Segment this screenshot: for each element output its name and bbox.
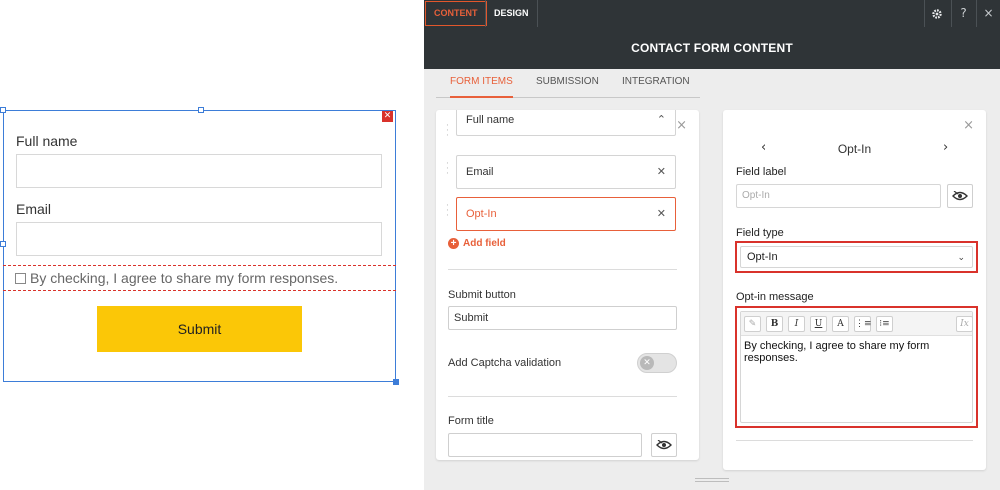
resize-handle-top-left[interactable] (0, 107, 6, 113)
chevron-right-icon[interactable]: › (943, 140, 948, 155)
divider (448, 396, 677, 397)
drag-handle-icon[interactable]: · · · (446, 202, 450, 221)
preview-email-label: Email (16, 201, 52, 217)
add-field-button[interactable]: + Add field (448, 238, 506, 249)
form-title-input[interactable] (448, 433, 642, 457)
bold-button[interactable]: B (766, 316, 783, 332)
gear-icon[interactable] (924, 0, 948, 27)
numbered-list-icon[interactable]: ⁝≡ (876, 316, 893, 332)
field-type-value: Opt-In (747, 251, 778, 263)
field-type-select[interactable]: Opt-In ⌄ (740, 246, 973, 268)
chevron-down-icon: ⌄ (957, 252, 965, 262)
preview-full-name-label: Full name (16, 133, 78, 149)
optin-message-label: Opt-in message (736, 291, 814, 303)
link-icon[interactable]: ✎ (744, 316, 761, 332)
subtab-bar: FORM ITEMS SUBMISSION INTEGRATION (436, 76, 700, 98)
form-items-card: × · · · Full name ⌃ · · · Email ✕ · · · Opt-In… (436, 110, 699, 460)
preview-email-input[interactable] (16, 222, 382, 256)
panel-title: CONTACT FORM CONTENT (424, 27, 1000, 69)
form-preview[interactable]: ✕ Full name Email By checking, I agree t… (0, 107, 399, 385)
italic-button[interactable]: I (788, 316, 805, 332)
underline-button[interactable]: U (810, 316, 827, 332)
bullet-list-icon[interactable]: ⋮≡ (854, 316, 872, 332)
field-item-label: Full name (466, 114, 515, 126)
eye-hidden-icon (952, 191, 968, 201)
clear-format-icon[interactable]: Ix (956, 316, 973, 332)
preview-submit-button[interactable]: Submit (97, 306, 302, 352)
card-close-icon[interactable]: × (963, 118, 974, 133)
delete-element-icon[interactable]: ✕ (382, 111, 393, 122)
resize-handle-top[interactable] (198, 107, 204, 113)
resize-handle-bottom-right[interactable] (393, 379, 399, 385)
eye-hidden-icon (656, 440, 672, 450)
field-item-opt-in[interactable]: Opt-In ✕ (456, 197, 676, 231)
visibility-toggle-button[interactable] (947, 184, 973, 208)
divider (448, 269, 677, 270)
captcha-label: Add Captcha validation (448, 357, 562, 369)
help-icon[interactable]: ? (951, 0, 975, 27)
add-field-label: Add field (463, 238, 506, 249)
rich-text-toolbar: ✎ B I U A ⋮≡ ⁝≡ Ix (741, 312, 973, 336)
drag-handle-icon[interactable]: · · · (446, 160, 450, 179)
subtab-form-items[interactable]: FORM ITEMS (450, 76, 513, 98)
optin-message-highlight: ✎ B I U A ⋮≡ ⁝≡ Ix By checking, I agree … (735, 306, 978, 428)
field-label-label: Field label (736, 166, 787, 178)
editor-panel: CONTENT DESIGN ? × CONTACT FORM CONTENT … (424, 0, 1000, 490)
chevron-up-icon[interactable]: ⌃ (657, 110, 666, 133)
submit-button-input[interactable]: Submit (448, 306, 677, 330)
preview-full-name-input[interactable] (16, 154, 382, 188)
drag-handle-icon[interactable]: · · · (446, 122, 450, 141)
toggle-off-icon: ✕ (640, 356, 654, 370)
optin-message-editor[interactable]: ✎ B I U A ⋮≡ ⁝≡ Ix By checking, I agree … (740, 311, 973, 423)
resize-handle-left[interactable] (0, 241, 6, 247)
preview-optin-text: By checking, I agree to share my form re… (30, 270, 339, 286)
panel-resize-grip[interactable] (695, 478, 729, 482)
captcha-toggle[interactable]: ✕ (637, 353, 677, 373)
close-icon[interactable]: × (976, 0, 1000, 27)
editor-top-bar: CONTENT DESIGN ? × (424, 0, 1000, 27)
tab-design[interactable]: DESIGN (485, 0, 538, 27)
field-type-label: Field type (736, 227, 784, 239)
subtab-submission[interactable]: SUBMISSION (536, 76, 599, 87)
field-type-highlight: Opt-In ⌄ (735, 241, 978, 273)
divider (736, 440, 973, 441)
optin-message-text[interactable]: By checking, I agree to share my form re… (741, 336, 972, 368)
preview-optin-row[interactable]: By checking, I agree to share my form re… (3, 265, 396, 291)
field-settings-card: × ‹ Opt-In › Field label Opt-In Field ty… (723, 110, 986, 470)
tab-content[interactable]: CONTENT (425, 1, 487, 26)
field-label-input[interactable]: Opt-In (736, 184, 941, 208)
text-color-button[interactable]: A (832, 316, 849, 332)
field-item-email[interactable]: Email ✕ (456, 155, 676, 189)
field-item-label: Opt-In (466, 208, 497, 220)
field-item-full-name[interactable]: Full name ⌃ (456, 110, 676, 136)
preview-optin-checkbox[interactable] (15, 272, 26, 284)
plus-circle-icon: + (448, 238, 459, 249)
submit-button-label: Submit button (448, 289, 516, 301)
subtab-integration[interactable]: INTEGRATION (622, 76, 690, 87)
form-title-label: Form title (448, 415, 494, 427)
card-close-icon[interactable]: × (676, 118, 687, 133)
remove-field-icon[interactable]: ✕ (657, 198, 666, 230)
remove-field-icon[interactable]: ✕ (657, 156, 666, 188)
visibility-toggle-button[interactable] (651, 433, 677, 457)
field-item-label: Email (466, 166, 494, 178)
